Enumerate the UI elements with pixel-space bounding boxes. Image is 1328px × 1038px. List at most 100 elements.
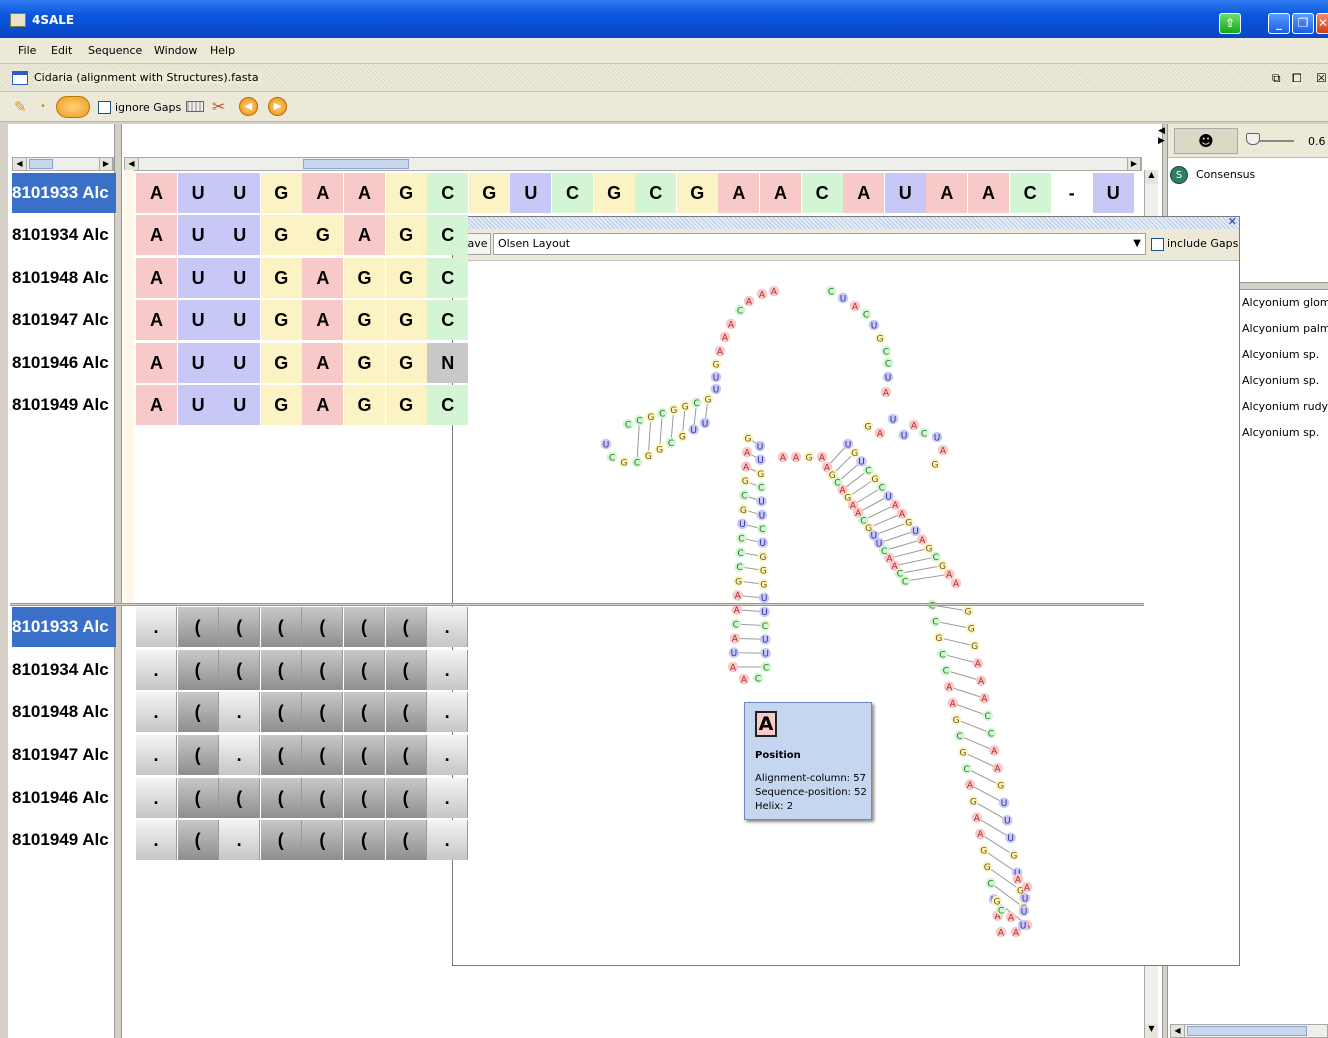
rna-base[interactable]: U [600,438,612,451]
base-cell[interactable]: C [427,300,469,340]
rna-base[interactable]: G [755,468,767,480]
minimize-button[interactable]: _ [1268,13,1290,34]
structure-sequence-name[interactable]: 8101949 Alc [12,820,116,860]
species-item[interactable]: Alcyonium rudyi [1242,400,1328,413]
structure-sequence-name[interactable]: 8101934 Alc [12,650,116,690]
structure-cell[interactable]: ( [260,650,302,690]
structure-cell[interactable]: . [427,778,469,818]
rna-base[interactable]: U [1019,892,1031,905]
structure-cell[interactable]: ( [344,820,385,860]
base-cell[interactable]: C [427,258,469,298]
structure-cell[interactable]: . [136,735,177,775]
structure-cell[interactable]: ( [177,607,219,647]
rna-base[interactable]: A [947,697,958,710]
structure-cell[interactable]: ( [385,692,427,732]
structure-cell[interactable]: ( [344,735,385,775]
structure-cell[interactable]: . [136,650,177,690]
rna-base[interactable]: U [699,417,711,430]
base-cell[interactable]: A [344,215,385,255]
brush-icon[interactable]: ✂ [212,97,225,116]
rna-base[interactable]: A [756,288,768,301]
scroll-up-icon[interactable]: ▲ [1145,170,1158,184]
base-cell[interactable]: A [302,385,344,425]
base-cell[interactable]: A [136,215,177,255]
rna-base[interactable]: G [965,623,977,635]
rna-base[interactable]: A [992,762,1003,775]
menu-file[interactable]: File [18,44,36,57]
base-cell[interactable]: A [302,300,344,340]
scroll-left-icon[interactable]: ◀ [1171,1025,1185,1037]
sequence-name[interactable]: 8101949 Alc [12,385,116,425]
rna-base[interactable]: U [837,292,849,305]
rna-base[interactable]: G [742,432,754,445]
chevron-down-icon[interactable]: ▼ [1133,234,1141,254]
rna-base[interactable]: C [734,304,746,317]
structure-cell[interactable]: ( [385,778,427,818]
rna-base[interactable]: G [957,746,969,759]
consensus-label[interactable]: Consensus [1196,168,1255,181]
rna-base[interactable]: C [752,672,764,685]
rna-base[interactable]: G [702,393,714,406]
rna-base[interactable]: C [735,547,746,559]
rna-base[interactable]: A [975,675,987,687]
rna-base[interactable]: G [645,411,657,424]
rna-base[interactable]: C [882,357,894,370]
rna-base[interactable]: A [880,386,892,399]
rna-base[interactable]: A [738,673,750,686]
rna-base[interactable]: A [937,444,949,457]
rna-base[interactable]: G [962,605,974,618]
base-cell[interactable]: G [385,343,427,383]
close-icon[interactable]: ✕ [1228,215,1237,228]
rna-base[interactable]: C [738,489,750,502]
base-cell[interactable]: A [302,258,344,298]
include-gaps-checkbox[interactable] [1151,238,1164,251]
rna-base[interactable]: A [988,745,1000,757]
structure-cell[interactable]: . [219,820,261,860]
structure-cell[interactable]: ( [177,650,219,690]
rna-base[interactable]: A [743,295,755,308]
rna-base[interactable]: U [998,797,1010,810]
base-cell[interactable]: C [1009,173,1051,213]
rna-base[interactable]: A [731,604,743,616]
base-cell[interactable]: U [219,258,261,298]
scroll-right-icon[interactable]: ▶ [99,158,113,170]
base-cell[interactable]: G [385,385,427,425]
sequence-name[interactable]: 8101947 Alc [12,300,116,340]
base-cell[interactable]: G [344,385,385,425]
masks-icon[interactable]: ☻ [1174,128,1238,154]
base-cell[interactable]: G [344,300,385,340]
structure-cell[interactable]: . [136,820,177,860]
base-cell[interactable]: U [177,385,219,425]
base-cell[interactable]: U [219,385,261,425]
rna-base[interactable]: A [714,345,726,358]
rna-base[interactable]: U [1002,815,1013,827]
rna-base[interactable]: C [665,437,677,449]
rna-base[interactable]: G [803,451,815,464]
base-cell[interactable]: A [136,258,177,298]
rna-base[interactable]: A [790,451,802,464]
menu-sequence[interactable]: Sequence [88,44,142,57]
base-cell[interactable]: G [260,173,302,213]
rna-base[interactable]: A [1012,873,1024,886]
detach-icon[interactable]: ⧠ [1292,71,1302,86]
base-cell[interactable]: U [1092,173,1134,213]
base-cell[interactable]: N [427,343,469,383]
layout-select[interactable]: Olsen Layout ▼ [493,233,1146,255]
rna-base[interactable]: A [1005,911,1017,924]
rna-base[interactable]: G [757,551,769,563]
rna-base[interactable]: A [950,577,962,590]
rna-base[interactable]: G [969,640,980,653]
rna-base[interactable]: A [732,590,743,602]
base-cell[interactable]: G [593,173,635,213]
rna-base[interactable]: C [634,415,645,427]
structure-sequence-name[interactable]: 8101946 Alc [12,778,116,818]
structure-cell[interactable]: . [136,692,177,732]
rna-base[interactable]: A [725,318,737,331]
base-cell[interactable]: G [385,173,427,213]
rna-base[interactable]: U [882,371,894,384]
base-cell[interactable]: - [1051,173,1093,213]
base-cell[interactable]: A [968,173,1009,213]
rna-base[interactable]: G [668,404,680,416]
names-horizontal-scrollbar[interactable]: ◀ ▶ [12,157,114,171]
restore-button[interactable]: ❐ [1292,13,1314,34]
